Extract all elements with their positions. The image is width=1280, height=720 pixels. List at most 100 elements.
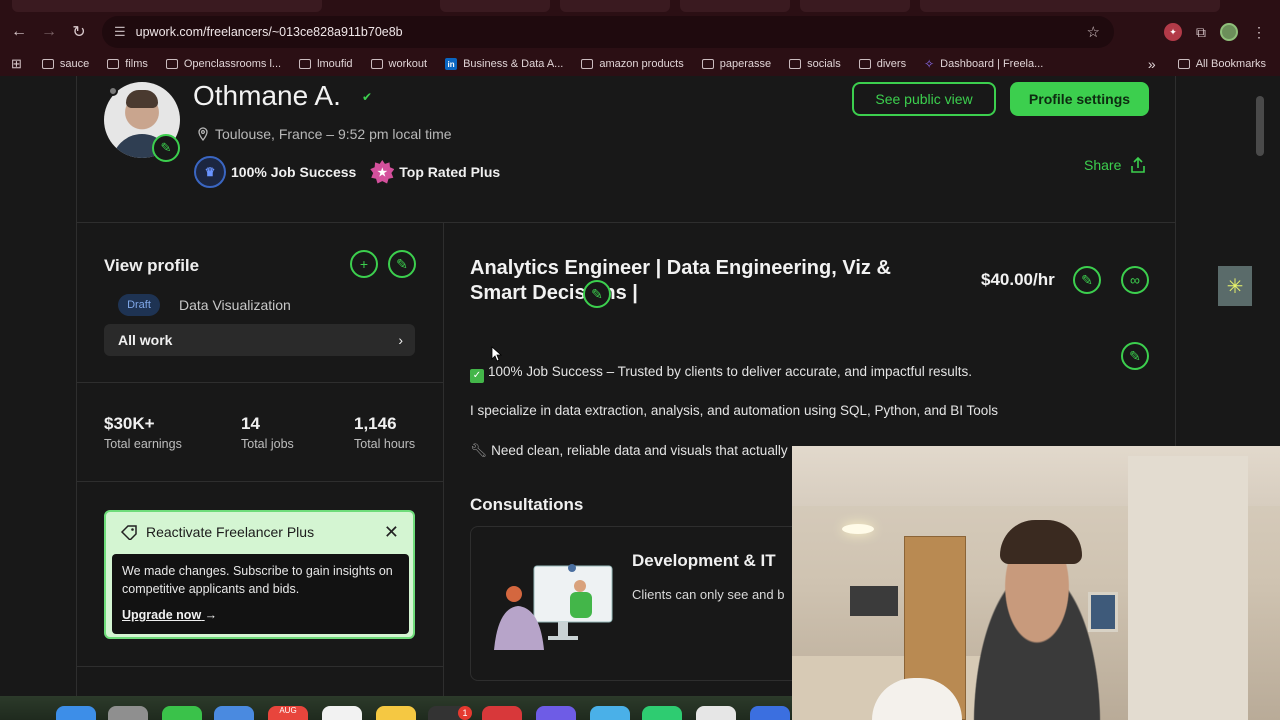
upgrade-now-label: Upgrade now [122, 608, 202, 622]
folder-icon [581, 59, 594, 69]
menu-kebab-icon[interactable]: ⋮ [1252, 24, 1266, 41]
bookmark-label: paperasse [719, 58, 772, 70]
overview-text-3: Need clean, reliable data and visuals th… [491, 443, 788, 458]
reload-icon[interactable]: ↻ [64, 17, 94, 47]
notes-icon[interactable] [376, 706, 416, 720]
promo-text: We made changes. Subscribe to gain insig… [122, 564, 393, 596]
overview-line: I specialize in data extraction, analysi… [470, 403, 999, 418]
specialized-profile-tab[interactable]: Data Visualization [179, 297, 291, 313]
see-public-view-button[interactable]: See public view [852, 82, 996, 116]
address-bar[interactable]: ☰ upwork.com/freelancers/~013ce828a911b7… [102, 16, 1114, 48]
app-icon[interactable] [590, 706, 630, 720]
bookmark-item[interactable]: paperasse [701, 58, 772, 70]
calendar-icon[interactable]: AUG [268, 706, 308, 720]
bookmark-item[interactable]: divers [858, 58, 906, 70]
folder-icon [41, 59, 54, 69]
chrome-profile-avatar[interactable] [1220, 23, 1238, 41]
location-pin-icon [198, 127, 208, 141]
forward-icon[interactable]: → [34, 17, 64, 47]
browser-tab[interactable] [800, 0, 910, 12]
browser-tab[interactable] [680, 0, 790, 12]
whatsapp-icon[interactable] [642, 706, 682, 720]
browser-tab[interactable] [12, 0, 322, 12]
folder-icon [858, 59, 871, 69]
browser-toolbar: ← → ↻ ☰ upwork.com/freelancers/~013ce828… [0, 12, 1280, 52]
profile-headline: Analytics Engineer | Data Engineering, V… [470, 256, 950, 306]
app-icon[interactable] [536, 706, 576, 720]
side-widget-icon[interactable]: ✳ [1218, 266, 1252, 306]
folder-icon [701, 59, 714, 69]
extensions-puzzle-icon[interactable]: ⧉ [1196, 24, 1206, 41]
slack-icon[interactable] [696, 706, 736, 720]
browser-tab[interactable] [920, 0, 1220, 12]
bookmark-item[interactable]: amazon products [581, 58, 684, 70]
bookmark-item[interactable]: socials [789, 58, 841, 70]
upwork-icon: ✧ [924, 57, 935, 71]
browser-tab[interactable] [560, 0, 670, 12]
all-work-label: All work [118, 332, 173, 348]
finder-icon[interactable] [56, 706, 96, 720]
job-success-badge: ♛ 100% Job Success [194, 156, 356, 188]
edit-rate-pencil-icon[interactable]: ✎ [1073, 266, 1101, 294]
apps-grid-icon[interactable]: ⊞ [11, 56, 22, 72]
top-rated-badge: ★ Top Rated Plus [370, 160, 500, 184]
bookmark-item[interactable]: sauce [41, 58, 89, 70]
back-icon[interactable]: ← [4, 17, 34, 47]
bookmark-item[interactable]: ✧ Dashboard | Freela... [924, 57, 1043, 71]
draft-badge: Draft [118, 294, 160, 316]
mouse-cursor-icon [491, 346, 503, 362]
profile-settings-button[interactable]: Profile settings [1010, 82, 1149, 116]
bookmarks-overflow-icon[interactable]: » [1148, 56, 1156, 72]
add-plus-icon[interactable]: + [350, 250, 378, 278]
page-scrollbar[interactable] [1256, 96, 1264, 156]
check-mark-icon: ✓ [470, 369, 484, 383]
freelancer-plus-promo: Reactivate Freelancer Plus ✕ We made cha… [104, 510, 415, 639]
total-hours-value: 1,146 [354, 414, 397, 433]
total-jobs-label: Total jobs [241, 437, 294, 451]
job-success-label: 100% Job Success [231, 164, 357, 180]
url-text: upwork.com/freelancers/~013ce828a911b70e… [135, 25, 403, 39]
contacts-icon[interactable] [322, 706, 362, 720]
share-label: Share [1084, 157, 1122, 173]
bookmark-label: Dashboard | Freela... [940, 58, 1044, 70]
maps-icon[interactable] [214, 706, 254, 720]
all-work-selector[interactable]: All work › [104, 324, 415, 356]
bookmark-item[interactable]: films [107, 58, 148, 70]
bookmark-item[interactable]: Openclassrooms l... [165, 58, 281, 70]
messages-icon[interactable] [162, 706, 202, 720]
location-row: Toulouse, France – 9:52 pm local time [197, 126, 452, 142]
app-icon[interactable] [482, 706, 522, 720]
location-text: Toulouse, France – 9:52 pm local time [215, 126, 452, 142]
launchpad-icon[interactable] [108, 706, 148, 720]
share-button[interactable]: Share [1084, 156, 1147, 174]
app-icon[interactable] [750, 706, 790, 720]
bookmark-item[interactable]: workout [370, 58, 427, 70]
consultations-heading: Consultations [470, 495, 584, 514]
linkedin-icon: in [445, 58, 458, 70]
star-badge-icon: ★ [370, 160, 395, 184]
divider [77, 481, 443, 482]
all-bookmarks-folder[interactable]: All Bookmarks [1177, 58, 1266, 70]
bookmark-label: lmoufid [317, 58, 353, 70]
upgrade-now-link[interactable]: Upgrade now → [122, 606, 217, 624]
bookmark-star-icon[interactable]: ☆ [1087, 23, 1100, 41]
total-hours-label: Total hours [354, 437, 416, 451]
close-icon[interactable]: ✕ [384, 522, 399, 543]
browser-tab[interactable] [440, 0, 550, 12]
bookmark-item[interactable]: in Business & Data A... [445, 58, 563, 70]
overview-line: 🔧︎ Need clean, reliable data and visuals … [470, 443, 788, 459]
edit-overview-pencil-icon[interactable]: ✎ [1121, 342, 1149, 370]
bookmark-item[interactable]: lmoufid [299, 58, 353, 70]
chevron-right-icon: › [398, 332, 403, 348]
promo-title: Reactivate Freelancer Plus [146, 524, 315, 540]
total-jobs-value: 14 [241, 414, 260, 433]
edit-photo-pencil-icon[interactable]: ✎ [152, 134, 180, 162]
edit-headline-pencil-icon[interactable]: ✎ [583, 280, 611, 308]
profile-name: Othmane A. [193, 80, 341, 111]
edit-pencil-icon[interactable]: ✎ [388, 250, 416, 278]
site-info-icon[interactable]: ☰ [114, 24, 126, 40]
folder-icon [370, 59, 383, 69]
bookmark-label: amazon products [599, 58, 684, 70]
link-icon[interactable]: ∞ [1121, 266, 1149, 294]
extension-icon[interactable]: ✦ [1164, 23, 1182, 41]
